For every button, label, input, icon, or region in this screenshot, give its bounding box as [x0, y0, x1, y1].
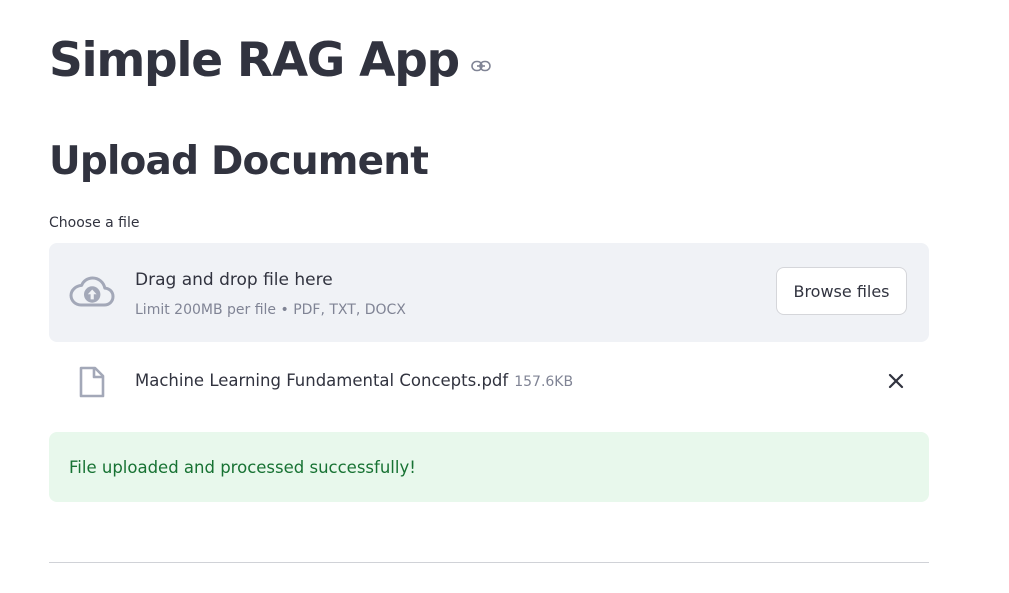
- app-title: Simple RAG App: [49, 33, 460, 88]
- page: Simple RAG App Upload Document Choose a …: [0, 0, 1009, 593]
- file-icon: [79, 366, 105, 398]
- cloud-upload-icon: [69, 275, 115, 309]
- success-alert: File uploaded and processed successfully…: [49, 432, 929, 502]
- section-heading: Upload Document: [49, 139, 429, 184]
- uploaded-file-info: Machine Learning Fundamental Concepts.pd…: [135, 369, 573, 394]
- success-message: File uploaded and processed successfully…: [69, 458, 416, 477]
- close-icon[interactable]: [885, 370, 907, 392]
- divider: [49, 562, 929, 563]
- file-uploader-label: Choose a file: [49, 215, 140, 231]
- uploaded-file-size: 157.6KB: [514, 374, 574, 390]
- browse-files-button[interactable]: Browse files: [776, 267, 907, 315]
- link-icon[interactable]: [471, 58, 491, 72]
- uploaded-file-row: Machine Learning Fundamental Concepts.pd…: [49, 360, 929, 402]
- dropzone-limit-text: Limit 200MB per file • PDF, TXT, DOCX: [135, 302, 406, 318]
- uploaded-file-name: Machine Learning Fundamental Concepts.pd…: [135, 371, 509, 390]
- dropzone-instructions: Drag and drop file here: [135, 270, 333, 290]
- file-dropzone[interactable]: Drag and drop file here Limit 200MB per …: [49, 243, 929, 342]
- title-row: Simple RAG App: [49, 28, 491, 94]
